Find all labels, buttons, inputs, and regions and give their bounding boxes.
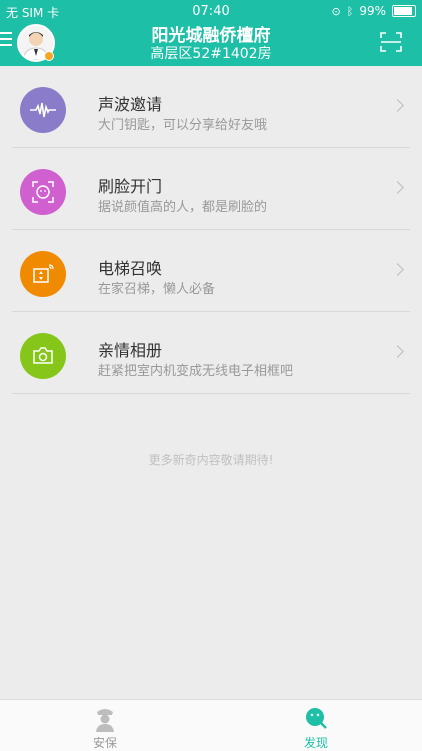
page-subtitle: 高层区52#1402房 [150,46,272,62]
tab-label: 安保 [92,736,117,750]
item-title: 声波邀请 [98,95,163,114]
item-title: 电梯召唤 [98,259,163,278]
item-title: 亲情相册 [98,341,163,360]
lock-rotation-icon: ⊙ [331,4,341,18]
chevron-right-icon [391,345,404,358]
list-item-face-open[interactable]: 刷脸开门 据说颜值高的人，都是刷脸的 [12,148,410,230]
tab-bar: 安保 发现 [0,699,422,751]
tab-label: 发现 [303,736,328,750]
battery-icon [392,5,416,17]
header-bar: 无 SIM 卡 07:40 ⊙ ᛒ 99% 阳光城融侨檀府 高层区52#1402… [0,0,422,66]
camera-icon [20,333,66,379]
list-item-elevator-call[interactable]: 电梯召唤 在家召梯，懒人必备 [12,230,410,312]
chevron-right-icon [391,263,404,276]
more-coming-text: 更多新奇内容敬请期待! [148,453,274,467]
soundwave-icon [20,87,66,133]
discover-icon [306,708,327,729]
chevron-right-icon [391,99,404,112]
list-item-family-album[interactable]: 亲情相册 赶紧把室内机变成无线电子相框吧 [12,312,410,394]
tab-security[interactable]: 安保 [45,700,165,751]
guard-icon [96,709,114,732]
face-scan-icon [20,169,66,215]
battery-percent: 99% [359,4,386,18]
item-desc: 据说颜值高的人，都是刷脸的 [98,200,268,215]
bluetooth-icon: ᛒ [346,4,354,18]
item-desc: 大门钥匙，可以分享给好友哦 [98,118,268,133]
tab-discover[interactable]: 发现 [256,700,376,751]
elevator-icon [20,251,66,297]
status-right: ⊙ ᛒ 99% [331,4,416,18]
scan-icon[interactable] [380,32,402,52]
status-bar: 无 SIM 卡 07:40 ⊙ ᛒ 99% [0,0,422,22]
item-desc: 赶紧把室内机变成无线电子相框吧 [98,364,294,379]
item-desc: 在家召梯，懒人必备 [98,282,216,297]
chevron-right-icon [391,181,404,194]
item-title: 刷脸开门 [98,177,163,196]
list-item-sound-invite[interactable]: 声波邀请 大门钥匙，可以分享给好友哦 [12,66,410,148]
feature-list: 声波邀请 大门钥匙，可以分享给好友哦 刷脸开门 据说颜值高的人，都是刷脸的 电梯… [0,66,422,394]
